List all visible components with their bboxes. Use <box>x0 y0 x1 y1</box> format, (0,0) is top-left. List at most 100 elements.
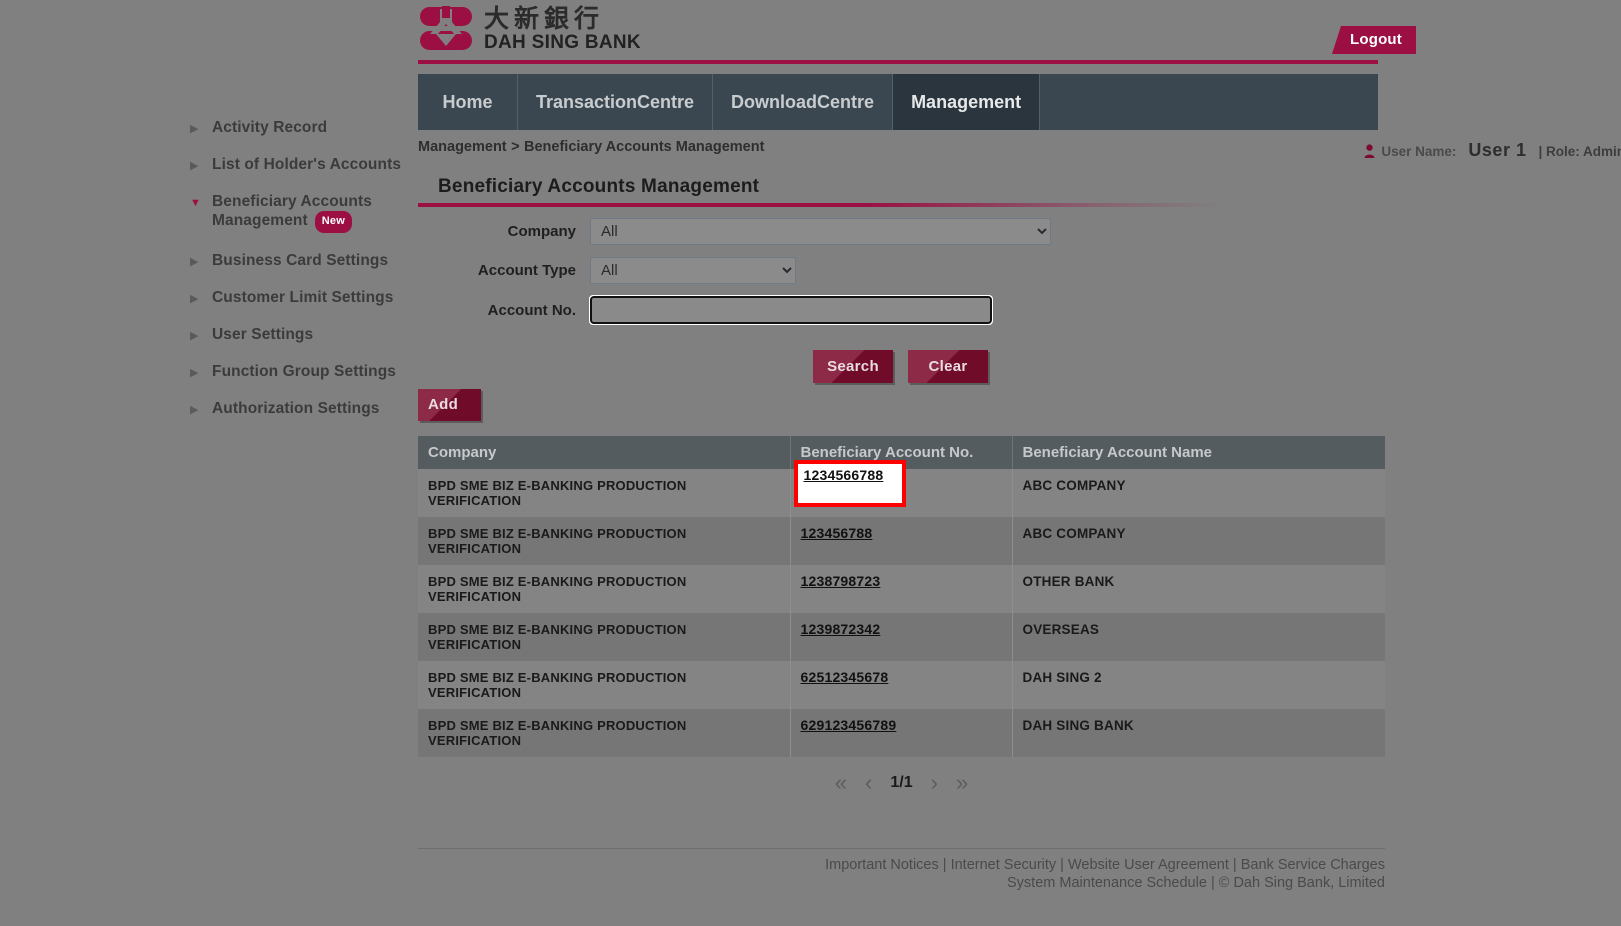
user-info: User Name: User 1 | Role: Admin <box>1364 140 1621 161</box>
cell-company: BPD SME BIZ E-BANKING PRODUCTION VERIFIC… <box>418 661 790 709</box>
pagination-last-button[interactable]: » <box>956 772 968 794</box>
footer-divider-text: | <box>1229 857 1241 873</box>
account-no-link[interactable]: 1239872342 <box>801 621 881 637</box>
cell-account-name: OTHER BANK <box>1012 565 1385 613</box>
chevron-right-icon: ▶ <box>190 366 206 380</box>
table-row: BPD SME BIZ E-BANKING PRODUCTION VERIFIC… <box>418 565 1385 613</box>
main-nav-tabs: Home Transaction Centre Download Centre … <box>418 74 1378 130</box>
table-row: BPD SME BIZ E-BANKING PRODUCTION VERIFIC… <box>418 517 1385 565</box>
brand-name-chinese: 大新銀行 <box>484 5 641 32</box>
footer-divider-text: | <box>939 857 951 873</box>
account-no-link[interactable]: 629123456789 <box>801 717 897 733</box>
sidebar-item-label: Function Group Settings <box>212 362 396 381</box>
company-select[interactable]: All <box>590 218 1051 245</box>
footer-link-important-notices[interactable]: Important Notices <box>825 857 939 873</box>
chevron-right-icon: ▶ <box>190 292 206 306</box>
form-row-account-type: Account Type All <box>418 257 1378 284</box>
add-button[interactable]: Add <box>418 389 481 421</box>
brand-divider <box>418 60 1378 64</box>
tab-label-line2: Centre <box>637 92 694 113</box>
account-type-label: Account Type <box>418 262 590 279</box>
page-title: Beneficiary Accounts Management <box>438 176 759 198</box>
form-row-company: Company All <box>418 218 1378 245</box>
footer-link-website-user-agreement[interactable]: Website User Agreement <box>1068 857 1229 873</box>
sidebar-item-label: List of Holder's Accounts <box>212 155 401 174</box>
tab-transaction-centre[interactable]: Transaction Centre <box>518 74 713 130</box>
footer-copyright: © Dah Sing Bank, Limited <box>1219 875 1385 891</box>
footer-link-system-maintenance-schedule[interactable]: System Maintenance Schedule <box>1007 875 1207 891</box>
breadcrumb: Management > Beneficiary Accounts Manage… <box>418 138 1378 166</box>
beneficiary-accounts-table: Company Beneficiary Account No. Benefici… <box>418 436 1385 757</box>
pagination-first-button[interactable]: « <box>835 772 847 794</box>
search-form: Company All Account Type All Account No. <box>418 218 1378 336</box>
title-divider <box>418 203 1223 207</box>
footer-divider-text: | <box>1056 857 1068 873</box>
tab-label-line1: Download <box>731 92 817 113</box>
table-body: BPD SME BIZ E-BANKING PRODUCTION VERIFIC… <box>418 469 1385 757</box>
breadcrumb-root[interactable]: Management <box>418 139 507 155</box>
sidebar-item-user-settings[interactable]: ▶ User Settings <box>0 325 418 344</box>
sidebar-item-label: Authorization Settings <box>212 399 380 418</box>
brand-name-english: DAH SING BANK <box>484 32 641 53</box>
sidebar-item-customer-limit-settings[interactable]: ▶ Customer Limit Settings <box>0 288 418 307</box>
pagination-next-button[interactable]: › <box>931 772 938 794</box>
main-content: 大新銀行 DAH SING BANK ? Logout Home Transac… <box>418 0 1621 926</box>
cell-account-name: ABC COMPANY <box>1012 517 1385 565</box>
pagination-prev-button[interactable]: ‹ <box>865 772 872 794</box>
user-name-label: User Name: <box>1381 144 1456 159</box>
cell-account-no: 123456788 <box>790 517 1012 565</box>
cell-account-no: 62512345678 <box>790 661 1012 709</box>
cell-account-name: OVERSEAS <box>1012 613 1385 661</box>
company-label: Company <box>418 223 590 240</box>
breadcrumb-current: Beneficiary Accounts Management <box>524 139 764 155</box>
sidebar-item-activity-record[interactable]: ▶ Activity Record <box>0 118 418 137</box>
cell-company: BPD SME BIZ E-BANKING PRODUCTION VERIFIC… <box>418 565 790 613</box>
account-no-link[interactable]: 123456788 <box>801 525 873 541</box>
cell-account-no: 629123456789 <box>790 709 1012 757</box>
cell-account-name: DAH SING BANK <box>1012 709 1385 757</box>
tab-management[interactable]: Management <box>893 74 1040 130</box>
bank-logo[interactable]: 大新銀行 DAH SING BANK <box>418 4 641 54</box>
clear-button[interactable]: Clear <box>908 350 988 383</box>
sidebar-item-business-card-settings[interactable]: ▶ Business Card Settings <box>0 251 418 270</box>
account-no-link[interactable]: 1238798723 <box>801 573 881 589</box>
footer-link-bank-service-charges[interactable]: Bank Service Charges <box>1241 857 1385 873</box>
account-no-label: Account No. <box>418 302 590 319</box>
table-row: BPD SME BIZ E-BANKING PRODUCTION VERIFIC… <box>418 469 1385 517</box>
cell-account-no: 1234566788 <box>790 469 1012 517</box>
brand-bar: 大新銀行 DAH SING BANK ? Logout <box>418 0 1621 62</box>
tab-label-line1: Transaction <box>536 92 637 113</box>
account-no-link[interactable]: 62512345678 <box>801 669 889 685</box>
chevron-right-icon: ▶ <box>190 122 206 136</box>
breadcrumb-separator: > <box>511 139 519 155</box>
table-row: BPD SME BIZ E-BANKING PRODUCTION VERIFIC… <box>418 709 1385 757</box>
account-type-select[interactable]: All <box>590 257 796 284</box>
account-no-input[interactable] <box>590 296 992 324</box>
sidebar-item-authorization-settings[interactable]: ▶ Authorization Settings <box>0 399 418 418</box>
footer: Important Notices | Internet Security | … <box>418 856 1385 892</box>
cell-account-no: 1238798723 <box>790 565 1012 613</box>
footer-link-internet-security[interactable]: Internet Security <box>951 857 1057 873</box>
sidebar-item-list-of-holders-accounts[interactable]: ▶ List of Holder's Accounts <box>0 155 418 174</box>
sidebar-item-beneficiary-accounts-management[interactable]: ▼ Beneficiary Accounts ManagementNew <box>0 192 418 233</box>
sidebar-item-label: Customer Limit Settings <box>212 288 393 307</box>
tab-filler <box>1040 74 1378 130</box>
app-root: ▶ Activity Record ▶ List of Holder's Acc… <box>0 0 1621 926</box>
cell-company: BPD SME BIZ E-BANKING PRODUCTION VERIFIC… <box>418 709 790 757</box>
sidebar-item-function-group-settings[interactable]: ▶ Function Group Settings <box>0 362 418 381</box>
table-row: BPD SME BIZ E-BANKING PRODUCTION VERIFIC… <box>418 661 1385 709</box>
cell-account-no: 1239872342 <box>790 613 1012 661</box>
sidebar: ▶ Activity Record ▶ List of Holder's Acc… <box>0 0 418 926</box>
account-no-link[interactable]: 1234566788 <box>804 468 884 483</box>
sidebar-item-label: Business Card Settings <box>212 251 388 270</box>
cell-company: BPD SME BIZ E-BANKING PRODUCTION VERIFIC… <box>418 613 790 661</box>
tab-home[interactable]: Home <box>418 74 518 130</box>
footer-line-2: System Maintenance Schedule | © Dah Sing… <box>418 874 1385 892</box>
cell-company: BPD SME BIZ E-BANKING PRODUCTION VERIFIC… <box>418 517 790 565</box>
column-header-company: Company <box>418 436 790 469</box>
sidebar-item-label: Activity Record <box>212 118 327 137</box>
tab-download-centre[interactable]: Download Centre <box>713 74 893 130</box>
logout-button[interactable]: Logout <box>1332 26 1416 54</box>
footer-divider-text: | <box>1207 875 1219 891</box>
search-button[interactable]: Search <box>813 350 893 383</box>
